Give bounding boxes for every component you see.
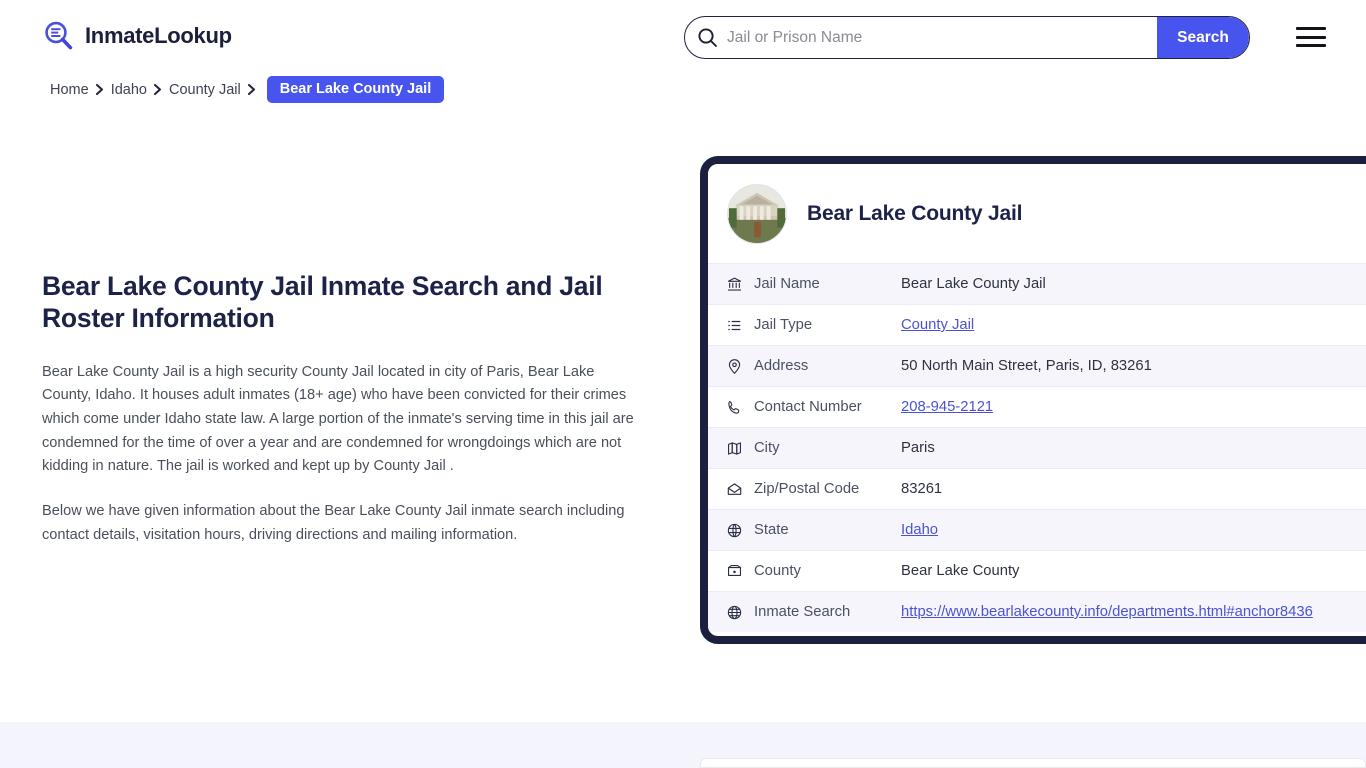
hamburger-menu-icon[interactable] bbox=[1296, 25, 1328, 49]
site-header: InmateLookup Search bbox=[0, 0, 1366, 74]
page-title: Bear Lake County Jail Inmate Search and … bbox=[42, 271, 603, 334]
intro-paragraph-1: Bear Lake County Jail is a high security… bbox=[42, 363, 634, 475]
table-row: Jail Name Bear Lake County Jail bbox=[708, 263, 1366, 304]
intro-paragraph-2: Below we have given information about th… bbox=[42, 502, 625, 543]
row-label: Contact Number bbox=[754, 399, 862, 415]
breadcrumb-link-home[interactable]: Home bbox=[50, 82, 89, 98]
table-row: City Paris bbox=[708, 427, 1366, 468]
row-value-link[interactable]: 208-945-2121 bbox=[901, 399, 993, 415]
map-icon bbox=[726, 440, 754, 457]
search-icon bbox=[685, 27, 723, 48]
row-value[interactable]: 208-945-2121 bbox=[901, 399, 993, 415]
brand-name: InmateLookup bbox=[85, 23, 232, 48]
search-input[interactable] bbox=[723, 17, 1157, 58]
row-value: Paris bbox=[901, 440, 935, 456]
row-label: County bbox=[754, 563, 801, 579]
row-value: 50 North Main Street, Paris, ID, 83261 bbox=[901, 358, 1152, 374]
table-row: County Bear Lake County bbox=[708, 550, 1366, 591]
jail-details-table: Jail Name Bear Lake County Jail Jail Type C… bbox=[708, 263, 1366, 632]
row-label: Jail Type bbox=[754, 317, 813, 333]
brand-logo-link[interactable]: InmateLookup bbox=[42, 19, 232, 53]
hamburger-bar bbox=[1296, 35, 1326, 39]
row-label: Address bbox=[754, 358, 809, 374]
card-title: Bear Lake County Jail bbox=[807, 201, 1023, 225]
row-value-link[interactable]: Idaho bbox=[901, 522, 938, 538]
breadcrumb-current: Bear Lake County Jail bbox=[266, 76, 445, 103]
jail-info-card: Bear Lake County Jail Jail Name Bear Lake… bbox=[700, 156, 1366, 644]
bank-icon bbox=[726, 276, 754, 293]
row-value-link[interactable]: County Jail bbox=[901, 317, 974, 333]
chevron-right-icon bbox=[241, 83, 263, 97]
chevron-right-icon bbox=[147, 83, 169, 97]
magnifier-lines-icon bbox=[42, 19, 76, 53]
world-icon bbox=[726, 604, 754, 621]
envelope-icon bbox=[726, 481, 754, 498]
row-value: Bear Lake County Jail bbox=[901, 276, 1046, 292]
main-content: Bear Lake County Jail Inmate Search and … bbox=[42, 270, 642, 568]
row-label: Jail Name bbox=[754, 276, 820, 292]
county-icon bbox=[726, 563, 754, 580]
globe-grid-icon bbox=[726, 522, 754, 539]
courthouse-photo bbox=[727, 183, 787, 244]
table-row: State Idaho bbox=[708, 509, 1366, 550]
row-label: Zip/Postal Code bbox=[754, 481, 860, 497]
chevron-right-icon bbox=[89, 83, 111, 97]
row-value[interactable]: Idaho bbox=[901, 522, 938, 538]
table-row: Jail Type County Jail bbox=[708, 304, 1366, 345]
list-icon bbox=[726, 317, 754, 334]
hamburger-bar bbox=[1296, 27, 1326, 30]
breadcrumb: Home Idaho County Jail Bear Lake County Jai… bbox=[50, 76, 445, 103]
row-label: City bbox=[754, 440, 780, 456]
breadcrumb-link-county-jail[interactable]: County Jail bbox=[169, 82, 241, 98]
table-row: Contact Number 208-945-2121 bbox=[708, 386, 1366, 427]
table-row: Zip/Postal Code 83261 bbox=[708, 468, 1366, 509]
row-value: 83261 bbox=[901, 481, 943, 497]
phone-icon bbox=[726, 399, 754, 416]
card-header: Bear Lake County Jail bbox=[708, 164, 1366, 263]
row-value-link[interactable]: https://www.bearlakecounty.info/departme… bbox=[901, 604, 1313, 620]
table-row: Inmate Search https://www.bearlakecounty.… bbox=[708, 591, 1366, 632]
row-label: State bbox=[754, 522, 789, 538]
page-root: InmateLookup Search Home Idaho County Jail… bbox=[0, 0, 1366, 768]
bottom-partial-card bbox=[700, 758, 1366, 768]
search-button[interactable]: Search bbox=[1157, 17, 1249, 58]
hamburger-bar bbox=[1296, 44, 1326, 47]
search-bar: Search bbox=[684, 16, 1250, 59]
row-value: Bear Lake County bbox=[901, 563, 1020, 579]
row-label: Inmate Search bbox=[754, 604, 851, 620]
row-value[interactable]: County Jail bbox=[901, 317, 974, 333]
row-value[interactable]: https://www.bearlakecounty.info/departme… bbox=[901, 604, 1313, 620]
table-row: Address 50 North Main Street, Paris, ID, … bbox=[708, 345, 1366, 386]
map-pin-icon bbox=[726, 358, 754, 375]
breadcrumb-link-idaho[interactable]: Idaho bbox=[111, 82, 147, 98]
